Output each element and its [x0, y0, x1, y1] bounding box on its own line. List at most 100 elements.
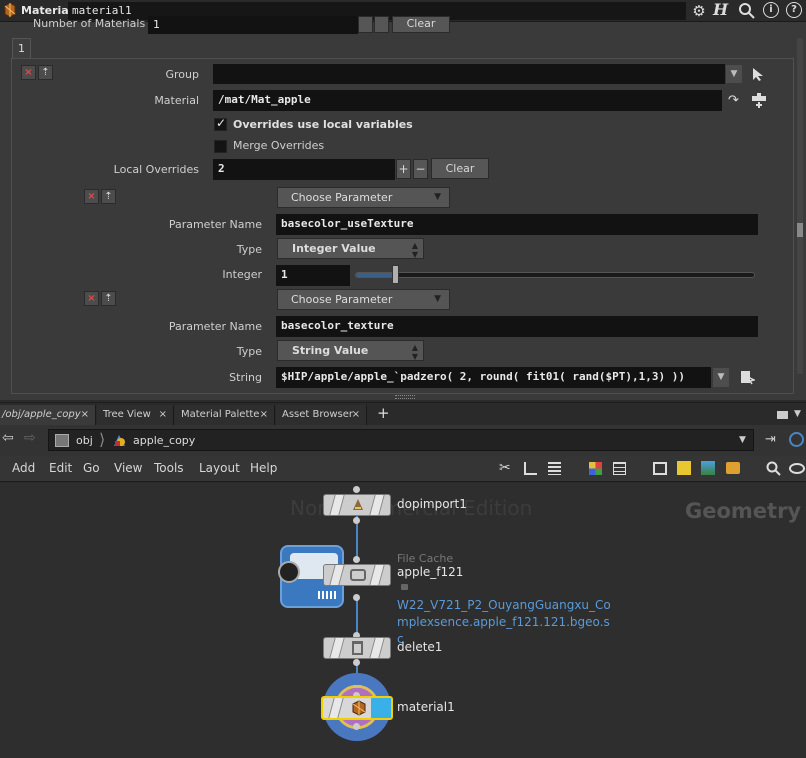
menu-edit[interactable]: Edit — [49, 461, 72, 475]
string-label: String — [229, 371, 262, 384]
output-port[interactable] — [353, 723, 360, 730]
local-overrides-plus-button[interactable]: + — [396, 159, 411, 179]
node-label-dopimport1: dopimport1 — [397, 497, 467, 511]
remove-instance-button[interactable]: × — [21, 65, 36, 80]
tree-layout-icon[interactable] — [524, 462, 537, 475]
number-of-materials-minus[interactable] — [374, 16, 389, 33]
menu-view[interactable]: View — [114, 461, 142, 475]
maximize-pane-icon[interactable] — [777, 411, 788, 419]
local-overrides-minus-button[interactable]: − — [413, 159, 428, 179]
node-type-label: Material — [21, 4, 73, 17]
menu-go[interactable]: Go — [83, 461, 100, 475]
add-tab-button[interactable]: + — [377, 404, 390, 422]
forward-arrow-icon[interactable]: ⇨ — [24, 430, 36, 446]
chevron-down-icon: ▼ — [434, 192, 441, 202]
tab-asset-browser[interactable]: Asset Browser × — [276, 405, 367, 425]
list-view-icon[interactable] — [548, 462, 561, 475]
material-node-icon — [3, 2, 17, 18]
integer-slider-handle[interactable] — [392, 265, 399, 284]
question-icon[interactable]: ? — [786, 2, 802, 18]
string-field[interactable]: $HIP/apple/apple_`padzero( 2, round( fit… — [276, 367, 711, 388]
path-segment-obj[interactable]: obj — [76, 434, 93, 447]
remove-override-1-button[interactable]: × — [84, 189, 99, 204]
close-icon[interactable]: × — [159, 405, 167, 425]
type-menu-1[interactable]: Integer Value ▲ ▼ — [277, 238, 424, 259]
select-arrow-icon[interactable] — [751, 67, 765, 82]
material-path-field[interactable]: /mat/Mat_apple — [213, 90, 722, 111]
local-overrides-clear-button[interactable]: Clear — [431, 158, 489, 179]
local-overrides-field[interactable]: 2 — [213, 159, 395, 180]
group-dropdown-button[interactable]: ▼ — [726, 65, 742, 83]
insert-instance-button[interactable]: ⇡ — [38, 65, 53, 80]
search-icon[interactable] — [766, 461, 782, 477]
link-circle-icon[interactable] — [789, 432, 804, 447]
number-of-materials-plus[interactable] — [358, 16, 373, 33]
network-editor[interactable]: Non-Commercial Edition Geometry dopimpor… — [0, 483, 806, 758]
menu-tools[interactable]: Tools — [154, 461, 184, 475]
integer-field[interactable]: 1 — [276, 265, 350, 286]
param-scrollbar[interactable] — [797, 38, 803, 374]
merge-overrides-checkbox[interactable] — [214, 140, 227, 153]
node-apple-f121[interactable] — [323, 564, 391, 586]
pane-resize-handle[interactable] — [395, 395, 415, 399]
input-port[interactable] — [353, 556, 360, 563]
path-segment-apple-copy[interactable]: apple_copy — [133, 434, 195, 447]
node-chooser-icon[interactable] — [750, 92, 768, 110]
back-arrow-icon[interactable]: ⇦ — [2, 430, 14, 446]
integer-slider-track[interactable] — [355, 272, 755, 278]
close-icon[interactable]: × — [352, 405, 360, 425]
material-label: Material — [154, 94, 199, 107]
file-cache-icon — [350, 569, 366, 581]
type-menu-2[interactable]: String Value ▲ ▼ — [277, 340, 424, 361]
remove-override-2-button[interactable]: × — [84, 291, 99, 306]
menu-help[interactable]: Help — [250, 461, 277, 475]
choose-parameter-menu-2[interactable]: Choose Parameter ▼ — [277, 289, 450, 310]
insert-override-1-button[interactable]: ⇡ — [101, 189, 116, 204]
folder-icon[interactable] — [726, 462, 740, 474]
string-dropdown-button[interactable]: ▼ — [713, 368, 729, 387]
file-chooser-icon[interactable] — [739, 369, 757, 385]
node-label-apple-f121: apple_f121 — [397, 565, 464, 579]
parameter-name-field-2[interactable]: basecolor_texture — [276, 316, 758, 337]
input-port[interactable] — [353, 486, 360, 493]
number-of-materials-clear[interactable]: Clear — [392, 16, 450, 33]
number-of-materials-label: Number of Materials — [33, 17, 146, 30]
path-dropdown-icon[interactable]: ▼ — [739, 435, 746, 445]
number-of-materials-field[interactable]: 1 — [148, 16, 358, 34]
menu-layout[interactable]: Layout — [199, 461, 240, 475]
menu-add[interactable]: Add — [12, 461, 35, 475]
color-palette-icon[interactable] — [589, 462, 602, 475]
close-icon[interactable]: × — [81, 405, 89, 425]
node-material1[interactable] — [321, 696, 393, 720]
grid-view-icon[interactable] — [613, 462, 626, 475]
integer-slider-fill — [356, 273, 396, 277]
pin-icon[interactable]: ⇥ — [765, 432, 776, 447]
wrench-icon[interactable]: ✂ — [499, 460, 511, 476]
close-icon[interactable]: × — [260, 405, 268, 425]
houdini-help-icon[interactable]: H — [713, 1, 731, 19]
tab-material-palette[interactable]: Material Palette × — [175, 405, 275, 425]
image-icon[interactable] — [701, 461, 715, 475]
insert-override-2-button[interactable]: ⇡ — [101, 291, 116, 306]
info-icon[interactable]: i — [763, 2, 779, 18]
sticky-note-icon[interactable] — [677, 461, 691, 475]
multiparm-folder-tab[interactable]: 1 — [12, 38, 31, 58]
node-dopimport1[interactable] — [323, 494, 391, 516]
eye-icon[interactable] — [789, 463, 805, 474]
path-field[interactable]: obj ⟩ apple_copy ▼ — [48, 429, 754, 451]
output-port[interactable] — [353, 594, 360, 601]
output-port[interactable] — [353, 517, 360, 524]
network-box-icon[interactable] — [653, 462, 667, 475]
group-field[interactable] — [213, 64, 725, 84]
tab-tree-view[interactable]: Tree View × — [97, 405, 174, 425]
overrides-local-vars-checkbox[interactable]: ✓ — [214, 116, 227, 131]
node-delete1[interactable] — [323, 637, 391, 659]
parameter-name-field-1[interactable]: basecolor_useTexture — [276, 214, 758, 235]
pane-menu-icon[interactable]: ▼ — [794, 409, 801, 419]
choose-parameter-menu-1[interactable]: Choose Parameter ▼ — [277, 187, 450, 208]
gear-icon[interactable]: ⚙ — [690, 2, 708, 20]
tab-network-path[interactable]: /obj/apple_copy × — [0, 405, 96, 425]
search-icon[interactable] — [738, 2, 756, 20]
jump-to-node-icon[interactable]: ↷ — [728, 94, 744, 108]
output-port[interactable] — [353, 659, 360, 666]
